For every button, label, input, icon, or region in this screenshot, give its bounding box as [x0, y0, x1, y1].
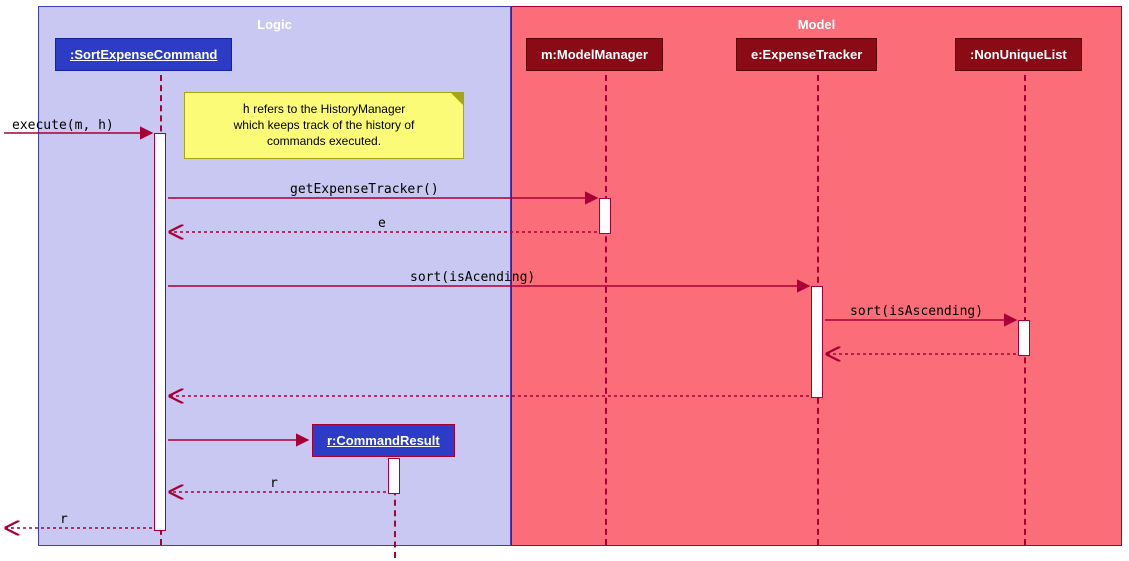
- activation-command-result: [388, 458, 400, 494]
- participant-sort-expense-command: :SortExpenseCommand: [55, 38, 232, 71]
- note-history-manager: h refers to the HistoryManager which kee…: [184, 92, 464, 159]
- box-logic-title: Logic: [39, 17, 510, 32]
- msg-return-e: e: [378, 216, 386, 231]
- activation-expense-tracker: [811, 286, 823, 398]
- msg-sort2: sort(isAscending): [850, 304, 983, 319]
- activation-sort-cmd: [154, 133, 166, 531]
- msg-get-expense-tracker: getExpenseTracker(): [290, 182, 439, 197]
- note-text1: refers to the HistoryManager: [250, 102, 405, 116]
- activation-non-unique-list: [1018, 320, 1030, 356]
- note-text2: which keeps track of the history of: [234, 118, 415, 132]
- note-code: h: [243, 102, 250, 116]
- participant-model-manager: m:ModelManager: [526, 38, 663, 71]
- msg-return-r1: r: [270, 476, 278, 491]
- activation-model-mgr: [599, 198, 611, 234]
- box-model-title: Model: [512, 17, 1121, 32]
- lifeline-model-mgr: [605, 75, 607, 545]
- participant-non-unique-list: :NonUniqueList: [955, 38, 1082, 71]
- msg-execute: execute(m, h): [12, 118, 114, 133]
- note-text3: commands executed.: [267, 134, 381, 148]
- participant-command-result: r:CommandResult: [312, 424, 455, 457]
- lifeline-non-unique-list: [1024, 75, 1026, 545]
- participant-expense-tracker: e:ExpenseTracker: [736, 38, 877, 71]
- msg-return-r2: r: [60, 512, 68, 527]
- sequence-diagram: Logic Model :SortExpenseCommand m:ModelM…: [0, 0, 1129, 561]
- msg-sort1: sort(isAcending): [410, 270, 535, 285]
